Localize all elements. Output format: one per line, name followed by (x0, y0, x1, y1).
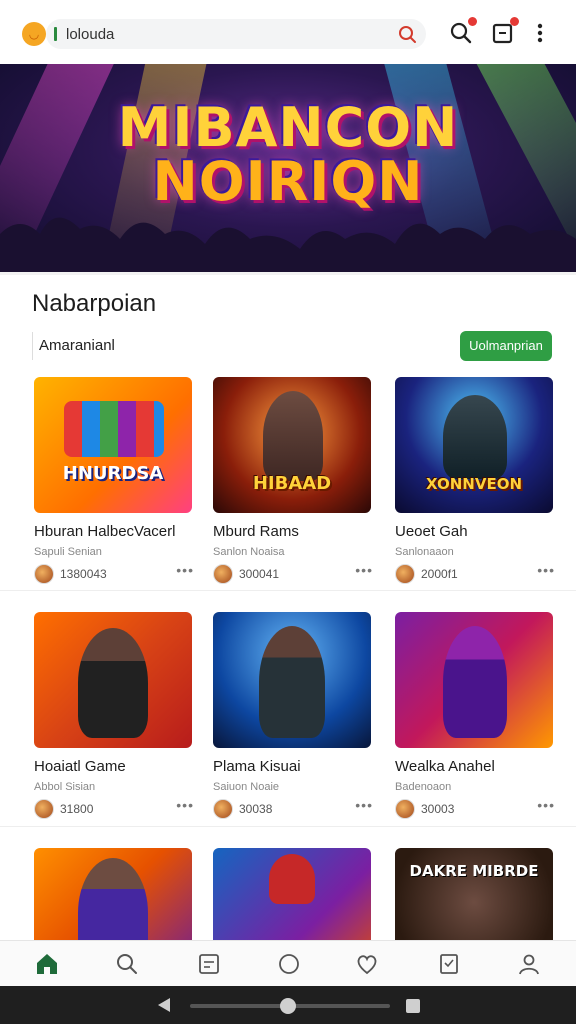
search-input[interactable]: lolouda (46, 19, 426, 49)
card-subtitle: Sapuli Senian (34, 546, 102, 558)
card-meta: 300041 ••• (213, 562, 373, 586)
card-subtitle: Saiuon Noaie (213, 781, 280, 793)
row-divider (0, 826, 576, 827)
card-title: Hoaiatl Game (34, 758, 126, 775)
profile-icon[interactable] (516, 951, 542, 977)
more-options-icon[interactable]: ••• (537, 797, 555, 813)
game-blocks (64, 401, 164, 457)
game-thumbnail (213, 612, 371, 748)
more-options-icon[interactable]: ••• (355, 797, 373, 813)
card-subtitle: Badenoaon (395, 781, 452, 793)
hero-figure (443, 395, 507, 479)
search-accent-bar (54, 27, 57, 41)
thumb-title: XONNVEON (425, 475, 523, 493)
game-card[interactable]: HNURDSA Hburan HalbecVacerl Sapuli Senia… (34, 377, 194, 586)
game-thumbnail: HNURDSA (34, 377, 192, 513)
card-count: 1380043 (60, 567, 107, 581)
top-bar: ◡ lolouda (0, 0, 576, 64)
crowd-silhouette (0, 217, 576, 274)
card-meta: 30003 ••• (395, 797, 555, 821)
card-count: 2000f1 (421, 567, 458, 581)
more-options-icon[interactable]: ••• (537, 562, 555, 578)
more-vertical-icon[interactable] (528, 20, 554, 46)
more-options-icon[interactable]: ••• (355, 562, 373, 578)
card-count: 30038 (239, 802, 273, 816)
card-subtitle: Abbol Sisian (34, 781, 96, 793)
calendar-icon[interactable] (196, 951, 222, 977)
card-title: Hburan HalbecVacerl (34, 523, 176, 540)
game-thumbnail (34, 612, 192, 748)
more-options-icon[interactable]: ••• (176, 562, 194, 578)
character-figure (78, 628, 148, 738)
section-title: Nabarpoian (32, 290, 157, 317)
game-card[interactable]: Plama Kisuai Saiuon Noaie 30038 ••• (213, 612, 373, 821)
game-thumbnail: XONNVEON (395, 377, 553, 513)
game-thumbnail (395, 612, 553, 748)
character-figure (269, 854, 315, 904)
app-logo[interactable]: ◡ (22, 22, 46, 46)
search-alert-icon[interactable] (448, 17, 477, 46)
avatar (395, 564, 415, 584)
search-icon[interactable] (114, 951, 140, 977)
recent-apps-icon[interactable] (406, 999, 420, 1013)
row-divider (0, 590, 576, 591)
game-card[interactable]: Wealka Anahel Badenoaon 30003 ••• (395, 612, 555, 821)
hero-banner[interactable]: MIBANCON NOIRIQN (0, 64, 576, 274)
bottom-navigation (0, 940, 576, 986)
search-icon[interactable] (396, 23, 418, 45)
logo-glyph-icon: ◡ (29, 27, 39, 41)
card-subtitle: Sanlon Noaisa (213, 546, 285, 558)
avatar (213, 564, 233, 584)
card-title: Mburd Rams (213, 523, 299, 540)
card-count: 31800 (60, 802, 94, 816)
filter-chip[interactable]: Amaranianl (32, 332, 121, 360)
system-navigation-bar (0, 986, 576, 1024)
home-circle-icon[interactable] (280, 998, 296, 1014)
card-count: 30003 (421, 802, 455, 816)
card-count: 300041 (239, 567, 280, 581)
card-title: Ueoet Gah (395, 523, 468, 540)
thumb-title: DAKRE MIBRDE (409, 862, 539, 880)
section-action-button[interactable]: Uolmanprian (460, 331, 552, 361)
game-thumbnail: HIBAAD (213, 377, 371, 513)
card-title: Wealka Anahel (395, 758, 495, 775)
heart-icon[interactable] (354, 951, 380, 977)
game-card[interactable]: Hoaiatl Game Abbol Sisian 31800 ••• (34, 612, 194, 821)
avatar (34, 564, 54, 584)
search-input-value: lolouda (66, 26, 115, 43)
character-figure (259, 626, 325, 738)
banner-divider (0, 272, 576, 275)
card-meta: 30038 ••• (213, 797, 373, 821)
avatar (213, 799, 233, 819)
more-options-icon[interactable]: ••• (176, 797, 194, 813)
card-title: Plama Kisuai (213, 758, 301, 775)
home-icon[interactable] (34, 951, 60, 977)
back-icon[interactable] (158, 998, 170, 1012)
thumb-title: HIBAAD (252, 473, 332, 494)
circle-icon[interactable] (276, 951, 302, 977)
bookmark-icon[interactable] (436, 951, 462, 977)
card-meta: 31800 ••• (34, 797, 194, 821)
alert-badge (468, 17, 477, 26)
avatar (395, 799, 415, 819)
card-subtitle: Sanlonaaon (395, 546, 454, 558)
card-meta: 2000f1 ••• (395, 562, 555, 586)
game-card[interactable]: XONNVEON Ueoet Gah Sanlonaaon 2000f1 ••• (395, 377, 555, 586)
thumb-title: HNURDSA (62, 463, 164, 484)
notification-icon[interactable] (490, 17, 519, 46)
app-screen: ◡ lolouda MIBANCON NOIRIQN Nabarpoian Am… (0, 0, 576, 1024)
character-figure (443, 626, 507, 738)
card-meta: 1380043 ••• (34, 562, 194, 586)
avatar (34, 799, 54, 819)
hero-figure (263, 391, 323, 481)
game-card[interactable]: HIBAAD Mburd Rams Sanlon Noaisa 300041 •… (213, 377, 373, 586)
notification-badge (510, 17, 519, 26)
